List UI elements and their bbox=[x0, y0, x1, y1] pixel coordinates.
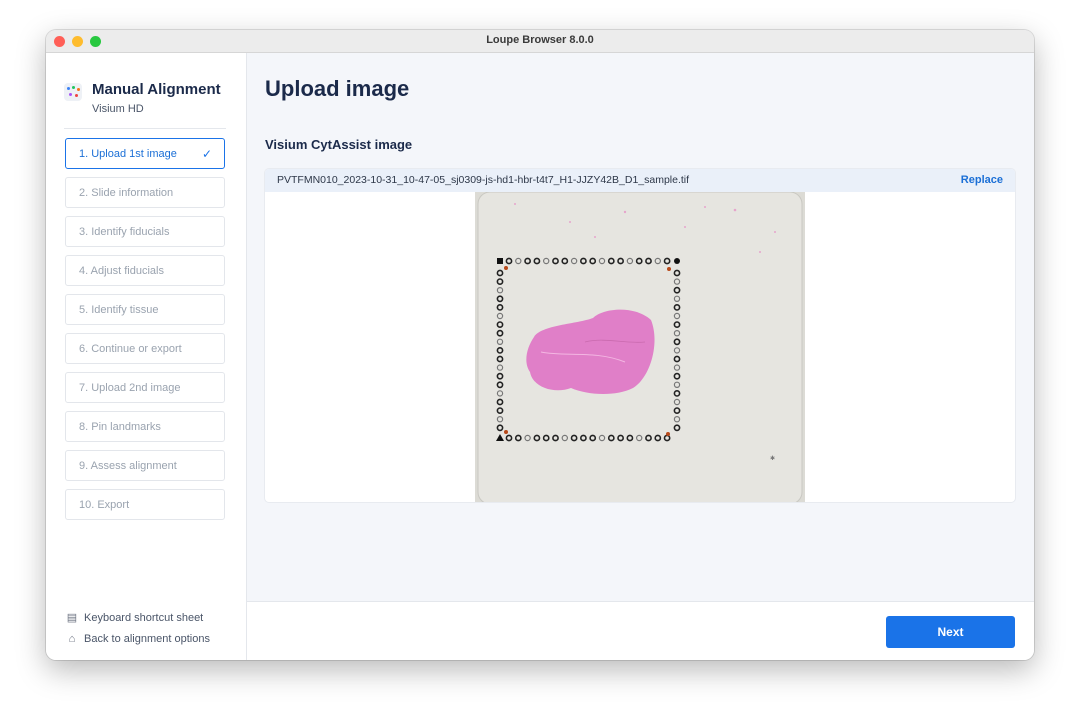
home-icon: ⌂ bbox=[68, 633, 76, 645]
keyboard-icon: ▤ bbox=[66, 612, 78, 624]
checkmark-icon: ✓ bbox=[201, 147, 212, 161]
step-label: 9. Assess alignment bbox=[79, 460, 177, 472]
step-identify-fiducials[interactable]: 3. Identify fiducials bbox=[65, 216, 225, 247]
keyboard-shortcut-label: Keyboard shortcut sheet bbox=[84, 612, 204, 624]
page-title: Upload image bbox=[265, 76, 410, 101]
app-window: Loupe Browser 8.0.0 Manual Alignment Vis… bbox=[46, 30, 1034, 660]
step-label: 2. Slide information bbox=[79, 187, 174, 199]
section-title: Visium CytAssist image bbox=[265, 137, 413, 152]
step-identify-tissue[interactable]: 5. Identify tissue bbox=[65, 294, 225, 325]
svg-text:✱: ✱ bbox=[770, 455, 775, 462]
file-name: PVTFMN010_2023-10-31_10-47-05_sj0309-js-… bbox=[277, 174, 690, 186]
sidebar: Manual Alignment Visium HD 1. Upload 1st… bbox=[46, 53, 247, 660]
image-card-header: PVTFMN010_2023-10-31_10-47-05_sj0309-js-… bbox=[265, 169, 1015, 192]
sidebar-divider bbox=[64, 128, 226, 129]
step-upload-1st-image[interactable]: 1. Upload 1st image ✓ bbox=[65, 138, 225, 169]
back-to-alignment-options-label: Back to alignment options bbox=[84, 633, 210, 645]
step-adjust-fiducials[interactable]: 4. Adjust fiducials bbox=[65, 255, 225, 286]
step-label: 6. Continue or export bbox=[79, 343, 182, 355]
next-button[interactable]: Next bbox=[886, 616, 1015, 648]
slide-image-graphic: ✱ bbox=[475, 192, 805, 502]
step-label: 7. Upload 2nd image bbox=[79, 382, 181, 394]
keyboard-shortcut-link[interactable]: ▤ Keyboard shortcut sheet bbox=[66, 611, 203, 624]
step-label: 5. Identify tissue bbox=[79, 304, 159, 316]
slide-image: ✱ bbox=[475, 192, 805, 502]
step-label: 10. Export bbox=[79, 499, 130, 511]
window-title: Loupe Browser 8.0.0 bbox=[486, 34, 594, 46]
step-label: 4. Adjust fiducials bbox=[79, 265, 164, 277]
step-continue-or-export[interactable]: 6. Continue or export bbox=[65, 333, 225, 364]
app-title: Manual Alignment bbox=[92, 81, 221, 98]
app-subtitle: Visium HD bbox=[92, 103, 144, 115]
step-label: 8. Pin landmarks bbox=[79, 421, 161, 433]
step-label: 3. Identify fiducials bbox=[79, 226, 170, 238]
step-pin-landmarks[interactable]: 8. Pin landmarks bbox=[65, 411, 225, 442]
back-to-alignment-options-link[interactable]: ⌂ Back to alignment options bbox=[66, 633, 210, 645]
image-card: PVTFMN010_2023-10-31_10-47-05_sj0309-js-… bbox=[265, 169, 1015, 502]
replace-button[interactable]: Replace bbox=[961, 174, 1003, 186]
step-upload-2nd-image[interactable]: 7. Upload 2nd image bbox=[65, 372, 225, 403]
step-label: 1. Upload 1st image bbox=[79, 148, 177, 160]
title-bar: Loupe Browser 8.0.0 bbox=[46, 30, 1034, 53]
step-export[interactable]: 10. Export bbox=[65, 489, 225, 520]
app-logo-icon bbox=[64, 83, 82, 101]
step-slide-information[interactable]: 2. Slide information bbox=[65, 177, 225, 208]
step-assess-alignment[interactable]: 9. Assess alignment bbox=[65, 450, 225, 481]
